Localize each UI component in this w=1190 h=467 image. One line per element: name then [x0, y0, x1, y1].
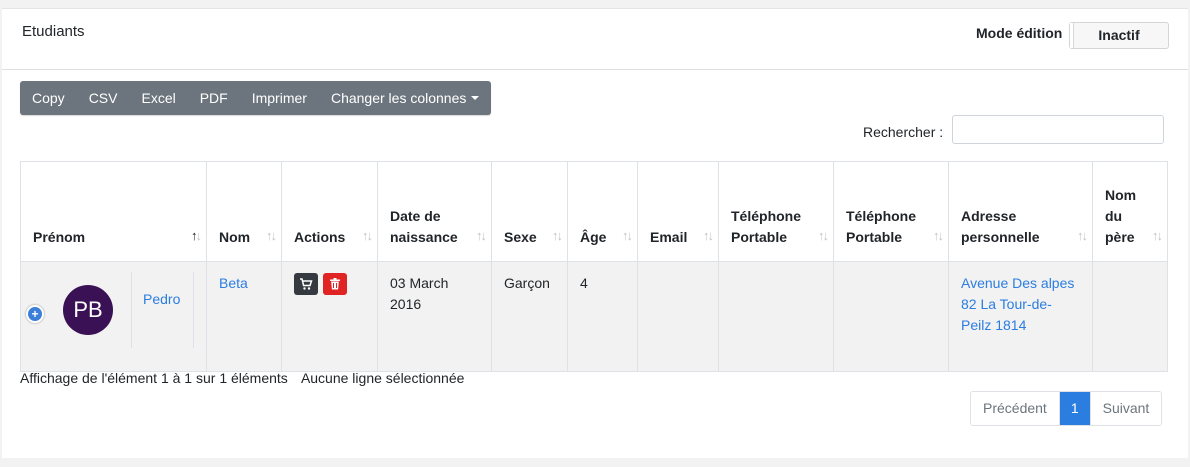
students-table: Prénom ↑↓ Nom ↑↓ Actions ↑↓ Date de nais… [20, 161, 1168, 372]
date-line: 03 March [390, 275, 449, 291]
column-header-label: du [1105, 208, 1123, 224]
sort-icon: ↑↓ [1152, 228, 1163, 243]
column-header-actions[interactable]: Actions ↑↓ [281, 161, 378, 262]
pdf-button[interactable]: PDF [188, 81, 240, 115]
address-line: Peilz 1814 [961, 317, 1027, 333]
first-name-link[interactable]: Pedro [143, 289, 180, 310]
column-header-age[interactable]: Âge ↑↓ [567, 161, 638, 262]
column-header-label: personnelle [961, 229, 1040, 245]
sort-icon: ↑↓ [703, 228, 714, 243]
caret-down-icon [471, 96, 480, 100]
cell-divider [193, 272, 194, 348]
column-header-label: Portable [731, 229, 788, 245]
edit-mode-value: Inactif [1098, 27, 1140, 43]
column-visibility-label: Changer les colonnes [330, 90, 467, 106]
address-link[interactable]: Avenue Des alpes 82 La Tour-de- Peilz 18… [961, 275, 1074, 333]
search-label: Rechercher : [863, 124, 944, 140]
address-line: Avenue Des alpes [961, 275, 1075, 291]
column-header-label: naissance [390, 229, 458, 245]
expand-row-icon[interactable]: + [26, 305, 44, 323]
sort-icon: ↑↓ [933, 228, 944, 243]
column-header-email[interactable]: Email ↑↓ [637, 161, 719, 262]
card-header: Etudiants Mode édition Inactif [2, 9, 1188, 70]
cell-age: 4 [567, 261, 638, 372]
column-header-label: Date de [390, 208, 441, 224]
column-header-label: Email [650, 229, 688, 245]
table-row[interactable]: + PB Pedro Beta 03 March 2016 Garçon 4 A… [20, 261, 1168, 372]
csv-button[interactable]: CSV [77, 81, 130, 115]
sort-icon: ↑↓ [1077, 228, 1088, 243]
last-name-link[interactable]: Beta [219, 275, 248, 291]
export-toolbar: Copy CSV Excel PDF Imprimer Changer les … [20, 81, 492, 115]
selection-info-text: Aucune ligne sélectionnée [300, 370, 465, 386]
cell-divider [131, 272, 132, 348]
column-header-label: Téléphone [846, 208, 917, 224]
column-header-label: Actions [294, 229, 346, 245]
delete-button[interactable] [323, 273, 347, 295]
column-header-telephone-portable[interactable]: Téléphone Portable ↑↓ [718, 161, 834, 262]
page-1-button[interactable]: 1 [1058, 392, 1090, 425]
column-header-telephone-portable-2[interactable]: Téléphone Portable ↑↓ [833, 161, 949, 262]
column-visibility-button[interactable]: Changer les colonnes [319, 81, 491, 115]
cell-email [637, 261, 719, 372]
cart-button[interactable] [294, 273, 318, 295]
column-header-label: Adresse [961, 208, 1017, 224]
column-header-nom-pere[interactable]: Nom du père ↑↓ [1092, 161, 1168, 262]
column-header-label: père [1105, 229, 1135, 245]
cell-telephone-portable-2 [833, 261, 949, 372]
cell-nom-pere [1092, 261, 1168, 372]
cart-icon [300, 278, 313, 290]
table-header-row: Prénom ↑↓ Nom ↑↓ Actions ↑↓ Date de nais… [20, 161, 1168, 262]
sort-icon: ↑↓ [622, 228, 633, 243]
sexe-value: Garçon [504, 275, 550, 291]
column-header-sexe[interactable]: Sexe ↑↓ [491, 161, 568, 262]
column-header-label: Prénom [33, 229, 86, 245]
cell-telephone-portable [718, 261, 834, 372]
sort-icon: ↑↓ [552, 228, 563, 243]
column-header-label: Portable [846, 229, 903, 245]
column-header-label: Nom [219, 229, 251, 245]
date-line: 2016 [390, 296, 422, 312]
copy-button[interactable]: Copy [20, 81, 77, 115]
age-value: 4 [580, 275, 588, 291]
edit-mode-label: Mode édition [976, 25, 1063, 41]
cell-actions [281, 261, 378, 372]
excel-button[interactable]: Excel [129, 81, 187, 115]
cell-nom: Beta [206, 261, 282, 372]
search-input[interactable] [952, 115, 1164, 144]
column-header-date-naissance[interactable]: Date de naissance ↑↓ [377, 161, 492, 262]
column-header-label: Téléphone [731, 208, 802, 224]
sort-icon: ↑↓ [362, 228, 373, 243]
table-info-text: Affichage de l'élément 1 à 1 sur 1 éléme… [20, 370, 288, 386]
avatar: PB [63, 285, 113, 335]
column-header-label: Nom [1105, 187, 1137, 203]
sort-icon: ↑↓ [818, 228, 829, 243]
edit-mode-toggle[interactable]: Inactif [1069, 22, 1169, 49]
column-header-nom[interactable]: Nom ↑↓ [206, 161, 282, 262]
sort-ascending-icon: ↑↓ [191, 228, 202, 243]
next-page-button[interactable]: Suivant [1089, 392, 1162, 425]
column-header-adresse[interactable]: Adresse personnelle ↑↓ [948, 161, 1093, 262]
cell-prenom: + PB Pedro [20, 261, 207, 372]
trash-icon [330, 278, 340, 290]
cell-date-naissance: 03 March 2016 [377, 261, 492, 372]
sort-icon: ↑↓ [476, 228, 487, 243]
column-header-label: Âge [580, 229, 607, 245]
toggle-knob [1070, 23, 1074, 48]
table-info: Affichage de l'élément 1 à 1 sur 1 éléme… [20, 370, 474, 386]
cell-adresse: Avenue Des alpes 82 La Tour-de- Peilz 18… [948, 261, 1093, 372]
address-line: 82 La Tour-de- [961, 296, 1052, 312]
page-title: Etudiants [22, 23, 85, 40]
cell-sexe: Garçon [491, 261, 568, 372]
column-header-label: Sexe [504, 229, 537, 245]
sort-icon: ↑↓ [266, 228, 277, 243]
pagination: Précédent 1 Suivant [970, 391, 1163, 426]
column-header-prenom[interactable]: Prénom ↑↓ [20, 161, 207, 262]
previous-page-button[interactable]: Précédent [971, 392, 1059, 425]
print-button[interactable]: Imprimer [240, 81, 319, 115]
